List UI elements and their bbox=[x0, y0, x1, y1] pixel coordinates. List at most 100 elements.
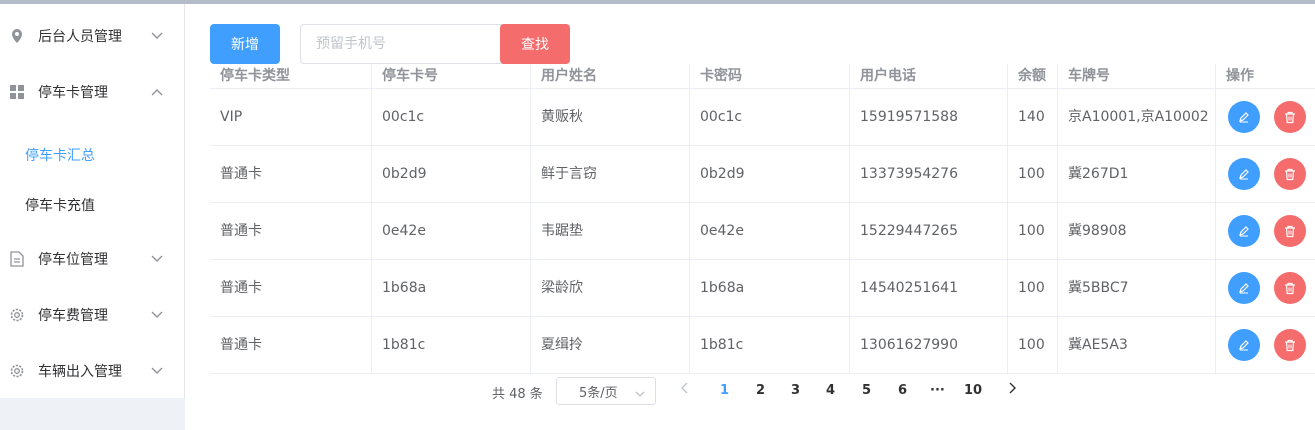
page-10[interactable]: 10 bbox=[964, 383, 982, 398]
cell-card-number: 0b2d9 bbox=[372, 146, 531, 203]
cell-plate: 京A10001,京A10002 bbox=[1058, 89, 1216, 146]
column-header-balance: 余额 bbox=[1008, 64, 1058, 89]
page-3[interactable]: 3 bbox=[791, 383, 800, 398]
cell-card-password: 0e42e bbox=[690, 203, 850, 260]
table-row: 普通卡 1b68a 梁龄欣 1b68a 14540251641 100 冀5BBC7 bbox=[210, 260, 1315, 317]
delete-button[interactable] bbox=[1274, 272, 1306, 304]
sidebar-item-label: 停车卡管理 bbox=[38, 85, 108, 101]
column-header-user-name: 用户姓名 bbox=[531, 64, 690, 89]
cell-plate: 冀98908 bbox=[1058, 203, 1216, 260]
cell-balance: 100 bbox=[1008, 146, 1058, 203]
cell-card-type: VIP bbox=[210, 89, 372, 146]
total-count: 共 48 条 bbox=[492, 387, 543, 402]
table-row: 普通卡 0e42e 韦踞垫 0e42e 15229447265 100 冀98908 bbox=[210, 203, 1315, 260]
table-row: VIP 00c1c 黄贩秋 00c1c 15919571588 140 京A10001,京A… bbox=[210, 89, 1315, 146]
add-button[interactable]: 新增 bbox=[210, 24, 280, 64]
chevron-down-icon bbox=[151, 309, 163, 321]
sidebar-item-parking-card[interactable]: 停车卡管理 bbox=[0, 64, 184, 120]
phone-search-input[interactable] bbox=[300, 24, 505, 64]
sidebar-subitem-card-summary[interactable]: 停车卡汇总 bbox=[0, 130, 184, 180]
more-pages[interactable]: ··· bbox=[930, 383, 945, 398]
cell-card-number: 00c1c bbox=[372, 89, 531, 146]
column-header-actions: 操作 bbox=[1226, 68, 1254, 84]
edit-button[interactable] bbox=[1228, 215, 1260, 247]
prev-page-icon[interactable] bbox=[681, 382, 689, 398]
cell-user-phone: 13373954276 bbox=[850, 146, 1008, 203]
table-row: 普通卡 1b81c 夏缉拎 1b81c 13061627990 100 冀AE5A3 bbox=[210, 317, 1315, 374]
sidebar-item-label: 停车位管理 bbox=[38, 252, 108, 268]
cell-card-number: 1b68a bbox=[372, 260, 531, 317]
cell-card-password: 1b68a bbox=[690, 260, 850, 317]
trash-icon bbox=[1285, 225, 1295, 237]
cell-user-name: 韦踞垫 bbox=[531, 203, 690, 260]
edit-button[interactable] bbox=[1228, 329, 1260, 361]
edit-button[interactable] bbox=[1228, 101, 1260, 133]
pagination: 共 48 条 5条/页 1 2 3 4 5 6 ··· 10 bbox=[0, 375, 1315, 407]
cell-user-name: 梁龄欣 bbox=[531, 260, 690, 317]
sidebar: 后台人员管理 停车卡管理 停车卡汇总 停车卡充值 停车位管理 停车费管理 车辆出… bbox=[0, 4, 185, 430]
sidebar-subitem-card-recharge[interactable]: 停车卡充值 bbox=[0, 180, 184, 230]
cell-user-phone: 14540251641 bbox=[850, 260, 1008, 317]
page-6[interactable]: 6 bbox=[898, 383, 907, 398]
page-size-value: 5条/页 bbox=[579, 385, 618, 401]
sidebar-item-staff[interactable]: 后台人员管理 bbox=[0, 8, 184, 64]
cell-user-name: 夏缉拎 bbox=[531, 317, 690, 374]
page-size-select[interactable]: 5条/页 bbox=[556, 377, 656, 405]
page-4[interactable]: 4 bbox=[826, 383, 835, 398]
cell-actions bbox=[1216, 146, 1315, 203]
column-header-card-number: 停车卡号 bbox=[372, 64, 531, 89]
cell-card-type: 普通卡 bbox=[210, 203, 372, 260]
cell-actions bbox=[1216, 317, 1315, 374]
next-page-icon[interactable] bbox=[1008, 382, 1016, 398]
sidebar-item-parking-space[interactable]: 停车位管理 bbox=[0, 231, 184, 287]
trash-icon bbox=[1285, 282, 1295, 294]
document-icon bbox=[9, 251, 25, 267]
location-pin-icon bbox=[9, 28, 25, 44]
pencil-icon bbox=[1239, 226, 1249, 237]
cell-user-name: 鲜于言窃 bbox=[531, 146, 690, 203]
sidebar-subitem-label: 停车卡汇总 bbox=[25, 148, 95, 164]
grid-icon bbox=[9, 84, 25, 100]
cell-user-phone: 13061627990 bbox=[850, 317, 1008, 374]
page-5[interactable]: 5 bbox=[862, 383, 871, 398]
edit-button[interactable] bbox=[1228, 158, 1260, 190]
page-1[interactable]: 1 bbox=[720, 383, 729, 398]
cell-plate: 冀267D1 bbox=[1058, 146, 1216, 203]
column-header-card-password: 卡密码 bbox=[690, 64, 850, 89]
column-header-user-phone: 用户电话 bbox=[850, 64, 1008, 89]
cell-balance: 100 bbox=[1008, 260, 1058, 317]
chevron-down-icon bbox=[151, 30, 163, 42]
cell-card-number: 1b81c bbox=[372, 317, 531, 374]
cell-balance: 100 bbox=[1008, 317, 1058, 374]
cell-card-type: 普通卡 bbox=[210, 317, 372, 374]
column-header-card-type: 停车卡类型 bbox=[210, 64, 372, 89]
cell-balance: 100 bbox=[1008, 203, 1058, 260]
table-header: 停车卡类型 停车卡号 用户姓名 卡密码 用户电话 余额 车牌号 操作 bbox=[210, 64, 1315, 89]
delete-button[interactable] bbox=[1274, 215, 1306, 247]
cell-card-number: 0e42e bbox=[372, 203, 531, 260]
delete-button[interactable] bbox=[1274, 158, 1306, 190]
cell-actions bbox=[1216, 89, 1315, 146]
page-2[interactable]: 2 bbox=[756, 383, 765, 398]
delete-button[interactable] bbox=[1274, 329, 1306, 361]
pencil-icon bbox=[1239, 112, 1249, 123]
cell-plate: 冀5BBC7 bbox=[1058, 260, 1216, 317]
delete-button[interactable] bbox=[1274, 101, 1306, 133]
cell-plate: 冀AE5A3 bbox=[1058, 317, 1216, 374]
pencil-icon bbox=[1239, 169, 1249, 180]
cell-card-password: 0b2d9 bbox=[690, 146, 850, 203]
cell-card-type: 普通卡 bbox=[210, 260, 372, 317]
pencil-icon bbox=[1239, 340, 1249, 351]
pencil-icon bbox=[1239, 283, 1249, 294]
sidebar-item-parking-fee[interactable]: 停车费管理 bbox=[0, 287, 184, 343]
gear-icon bbox=[9, 307, 25, 323]
cell-user-phone: 15229447265 bbox=[850, 203, 1008, 260]
chevron-down-icon bbox=[151, 253, 163, 265]
cell-card-password: 00c1c bbox=[690, 89, 850, 146]
column-header-plate: 车牌号 bbox=[1058, 64, 1216, 89]
trash-icon bbox=[1285, 111, 1295, 123]
top-border bbox=[0, 0, 1315, 4]
edit-button[interactable] bbox=[1228, 272, 1260, 304]
cell-user-name: 黄贩秋 bbox=[531, 89, 690, 146]
search-button[interactable]: 查找 bbox=[500, 24, 570, 64]
